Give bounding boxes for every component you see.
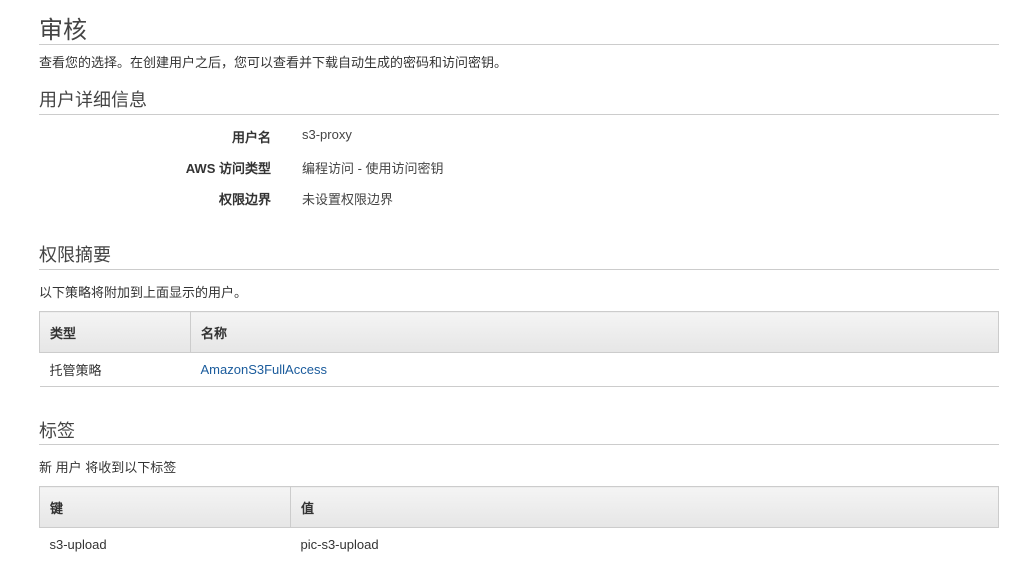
tag-key: s3-upload [49,537,107,552]
user-details-heading: 用户详细信息 [39,90,147,110]
column-header-value: 值 [290,486,999,528]
table-header-row: 键 值 [39,486,999,528]
tag-value: pic-s3-upload [300,537,379,552]
divider [39,44,999,45]
permissions-description: 以下策略将附加到上面显示的用户。 [39,285,248,300]
access-type-label: AWS 访问类型 [185,161,271,176]
divider [39,444,999,445]
permissions-table: 类型 名称 托管策略 AmazonS3FullAccess [39,311,999,387]
tags-heading: 标签 [39,421,75,441]
page-title: 审核 [39,17,87,44]
policy-type: 托管策略 [39,352,191,387]
tags-description: 新 用户 将收到以下标签 [39,460,177,475]
permissions-heading: 权限摘要 [39,245,111,265]
tags-table: 键 值 s3-upload pic-s3-upload [39,486,999,561]
permission-boundary-label: 权限边界 [218,192,271,207]
table-row: s3-upload pic-s3-upload [40,528,999,562]
username-label: 用户名 [231,130,271,145]
access-type-value: 编程访问 - 使用访问密钥 [302,161,444,176]
divider [39,114,999,115]
divider [39,269,999,270]
column-header-type: 类型 [39,311,191,353]
policy-link[interactable]: AmazonS3FullAccess [201,362,327,377]
permission-boundary-value: 未设置权限边界 [302,192,394,207]
review-description: 查看您的选择。在创建用户之后，您可以查看并下载自动生成的密码和访问密钥。 [39,55,508,70]
table-row: 托管策略 AmazonS3FullAccess [39,352,999,387]
column-header-key: 键 [39,486,291,528]
column-header-name: 名称 [190,311,999,353]
username-value: s3-proxy [302,127,352,142]
table-header-row: 类型 名称 [39,311,999,353]
